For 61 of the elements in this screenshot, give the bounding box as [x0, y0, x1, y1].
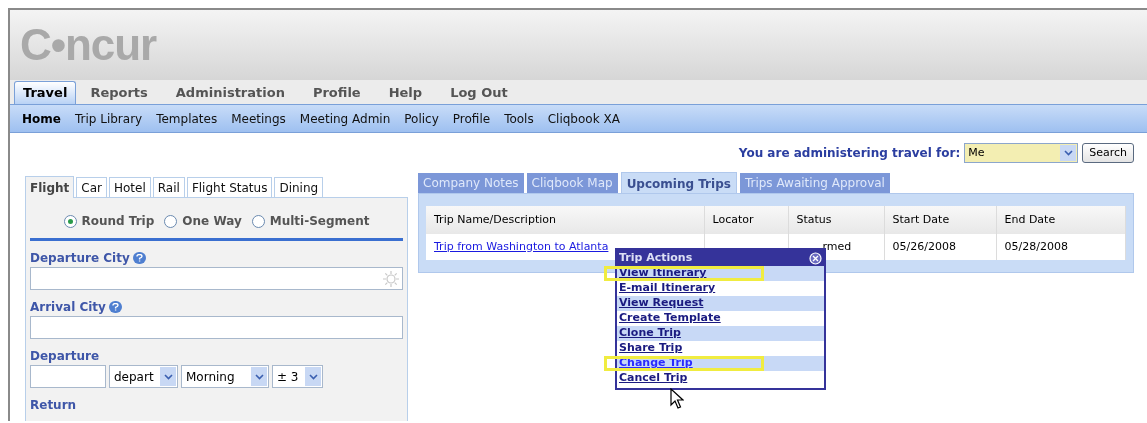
logo: C•ncur	[20, 19, 156, 71]
help-icon[interactable]	[108, 300, 122, 313]
nav-link[interactable]: Policy	[404, 109, 439, 128]
booking-tab[interactable]: Rail	[152, 177, 185, 197]
booking-tab[interactable]: Hotel	[108, 177, 151, 197]
dropdown-icon	[1060, 145, 1077, 161]
person-select[interactable]: Me	[964, 143, 1079, 163]
trip-tab[interactable]: Upcoming Trips	[620, 172, 737, 194]
departure-city-field[interactable]	[30, 267, 403, 290]
help-icon[interactable]	[132, 251, 146, 264]
booking-tab[interactable]: Car	[76, 177, 107, 197]
column-header: Trip Name/Description	[426, 206, 704, 234]
nav-link[interactable]: Trip Library	[74, 109, 143, 128]
column-header: Start Date	[884, 206, 996, 234]
dropdown[interactable]: Morning	[181, 365, 269, 388]
field-label: Departure	[30, 347, 100, 365]
column-header: End Date	[996, 206, 1126, 234]
nav-link[interactable]: Meeting Admin	[299, 109, 391, 128]
trip-type-radio[interactable]: Round Trip	[63, 212, 155, 230]
popup-title: Trip Actions	[619, 249, 693, 266]
main-tab[interactable]: Log Out	[436, 81, 522, 104]
menu-item[interactable]: Share Trip	[619, 340, 683, 357]
nav-link[interactable]: Home	[22, 109, 61, 128]
dropdown-icon	[305, 367, 321, 386]
booking-tab[interactable]: Flight	[25, 176, 75, 198]
dropdown-icon	[251, 367, 267, 386]
dropdown[interactable]: depart	[109, 365, 178, 388]
column-header: Status	[788, 206, 884, 234]
nav-link[interactable]: Profile	[452, 109, 491, 128]
sun-icon[interactable]	[382, 269, 400, 288]
main-tab[interactable]: Travel	[14, 81, 77, 104]
table-cell: 05/26/2008	[892, 239, 956, 253]
admin-label: You are administering travel for:	[738, 145, 961, 162]
table-cell: 05/28/2008	[1004, 239, 1068, 253]
arrival-city-field[interactable]	[30, 316, 403, 339]
trip-type-radio[interactable]: Multi-Segment	[251, 212, 370, 230]
field-label: Departure City	[30, 249, 130, 267]
main-tab[interactable]: Reports	[76, 81, 162, 104]
dropdown[interactable]: ± 3	[272, 365, 323, 388]
search-button[interactable]: Search	[1082, 143, 1134, 163]
menu-item[interactable]: Cancel Trip	[619, 370, 688, 387]
booking-tab[interactable]: Flight Status	[186, 177, 273, 197]
menu-item[interactable]: E-mail Itinerary	[619, 280, 716, 297]
close-icon[interactable]	[809, 251, 822, 265]
nav-link[interactable]: Tools	[504, 109, 534, 128]
dropdown-icon	[160, 367, 176, 386]
trip-type-radio[interactable]: One Way	[164, 212, 242, 230]
field-label: Return	[30, 396, 77, 414]
booking-tab[interactable]: Dining	[274, 177, 324, 197]
field-label: Arrival City	[30, 298, 106, 316]
main-tab[interactable]: Profile	[298, 81, 375, 104]
column-header: Locator	[704, 206, 788, 234]
menu-item[interactable]: Create Template	[619, 310, 721, 327]
main-tab[interactable]: Administration	[161, 81, 299, 104]
date-field[interactable]	[30, 365, 106, 388]
nav-link[interactable]: Templates	[156, 109, 218, 128]
trip-link[interactable]: Trip from Washington to Atlanta	[434, 239, 609, 253]
nav-link[interactable]: Cliqbook XA	[547, 109, 620, 128]
nav-link[interactable]: Meetings	[231, 109, 286, 128]
main-tab[interactable]: Help	[374, 81, 437, 104]
table-cell: rmed	[822, 239, 852, 253]
